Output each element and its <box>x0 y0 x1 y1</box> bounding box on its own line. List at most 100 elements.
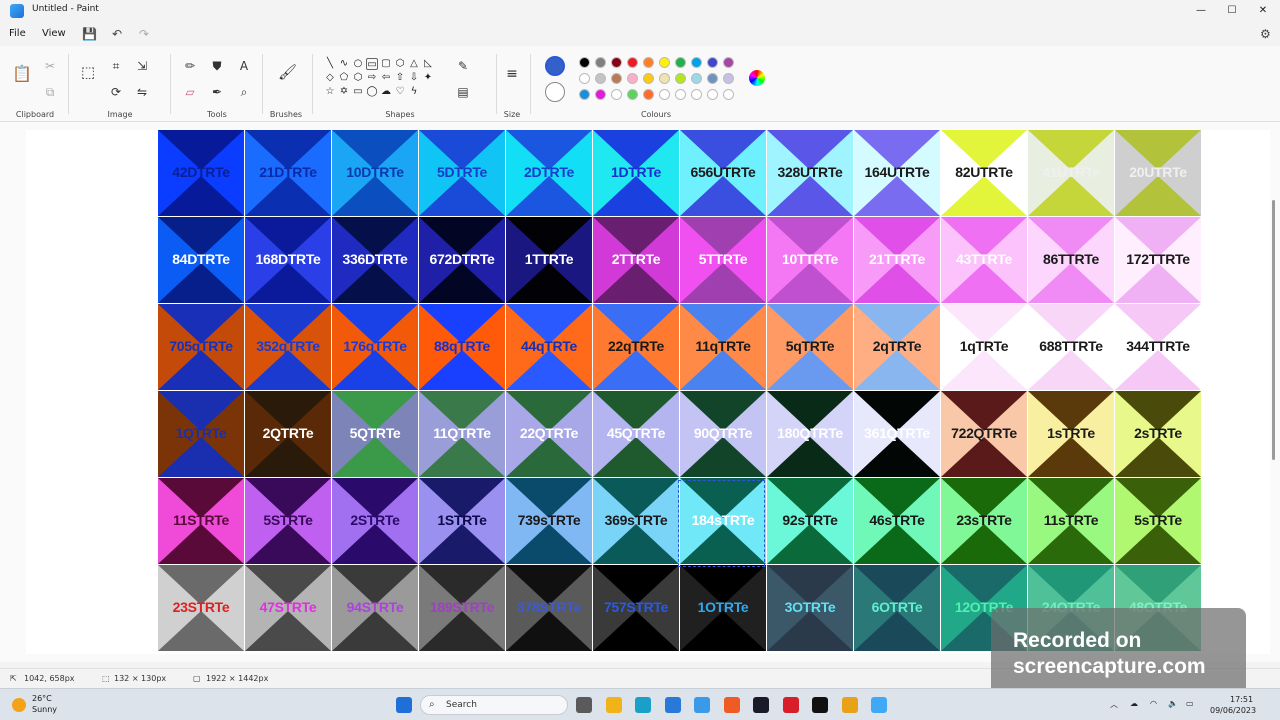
maximize-button[interactable]: ☐ <box>1217 2 1247 20</box>
star5-shape-icon[interactable]: ☆ <box>324 86 336 98</box>
size-icon[interactable]: ≡ <box>504 66 520 82</box>
weather-temperature[interactable]: 26°C <box>32 694 52 703</box>
cut-icon[interactable]: ✂ <box>42 58 58 74</box>
settings-icon[interactable]: ⚙ <box>1260 27 1271 41</box>
callout-rect-shape-icon[interactable]: ▭ <box>352 86 364 98</box>
scrollbar-thumb[interactable] <box>1272 200 1275 460</box>
pentagon-shape-icon[interactable]: ⬠ <box>338 72 350 84</box>
star4-shape-icon[interactable]: ✦ <box>422 72 434 84</box>
shape-fill-icon[interactable]: ▤ <box>455 84 471 100</box>
palette-swatch[interactable] <box>627 89 638 100</box>
select-icon[interactable]: ⬚ <box>80 64 96 80</box>
sun-icon[interactable] <box>12 698 26 712</box>
brave-icon[interactable] <box>723 697 740 713</box>
pencil-icon[interactable]: ✏ <box>182 58 198 74</box>
copy-icon[interactable]: ⧉ <box>42 84 58 100</box>
file-explorer-icon[interactable] <box>605 697 622 713</box>
palette-swatch[interactable] <box>579 57 590 68</box>
settings-icon[interactable] <box>694 697 710 713</box>
minimize-button[interactable]: — <box>1186 2 1216 20</box>
adobe-icon[interactable] <box>753 697 769 713</box>
vertical-scrollbar[interactable] <box>1270 130 1276 654</box>
store-icon[interactable] <box>664 697 681 713</box>
palette-swatch[interactable] <box>675 57 686 68</box>
arrow-down-shape-icon[interactable]: ⇩ <box>408 72 420 84</box>
chrome-icon[interactable] <box>841 697 858 713</box>
palette-swatch[interactable] <box>595 57 606 68</box>
resize-icon[interactable]: ⇲ <box>134 58 150 74</box>
save-icon[interactable]: 💾 <box>82 27 97 41</box>
tiktok-icon[interactable] <box>812 697 828 713</box>
palette-swatch[interactable] <box>723 73 734 84</box>
magnifier-icon[interactable]: ⌕ <box>236 84 252 100</box>
callout-cloud-shape-icon[interactable]: ☁ <box>380 86 392 98</box>
diamond-shape-icon[interactable]: ◇ <box>324 72 336 84</box>
oval-shape-icon[interactable]: ○ <box>352 58 364 70</box>
clock-date[interactable]: 09/06/2023 <box>1210 706 1256 715</box>
palette-swatch[interactable] <box>643 57 654 68</box>
palette-swatch[interactable] <box>707 73 718 84</box>
brush-icon[interactable]: 🖌 <box>278 64 297 80</box>
undo-icon[interactable]: ↶ <box>112 27 122 41</box>
palette-swatch[interactable] <box>659 57 670 68</box>
palette-swatch[interactable] <box>611 73 622 84</box>
paste-icon[interactable]: 📋 <box>12 66 32 82</box>
palette-swatch[interactable] <box>611 57 622 68</box>
text-icon[interactable]: A <box>236 58 252 74</box>
redo-icon[interactable]: ↷ <box>139 27 149 41</box>
palette-swatch[interactable] <box>611 89 622 100</box>
drawing-canvas[interactable]: 42DTRTe 21DTRTe 10DTRTe 5DTRTe 2DTRTe 1DTRTe 6… <box>26 130 1270 654</box>
palette-swatch[interactable] <box>595 89 606 100</box>
volume-icon[interactable]: 🔈 <box>1168 699 1178 708</box>
eraser-icon[interactable]: ▱ <box>182 84 198 100</box>
palette-swatch[interactable] <box>707 89 718 100</box>
palette-swatch[interactable] <box>707 57 718 68</box>
color-picker-icon[interactable]: ✒ <box>209 84 225 100</box>
flip-icon[interactable]: ⇋ <box>134 84 150 100</box>
menu-file[interactable]: File <box>9 28 26 39</box>
cloud-icon[interactable]: ☁ <box>1130 699 1138 708</box>
palette-swatch[interactable] <box>723 57 734 68</box>
palette-swatch[interactable] <box>595 73 606 84</box>
start-icon[interactable] <box>396 697 412 713</box>
rounded-rect-shape-icon[interactable]: ▢ <box>380 58 392 70</box>
curve-shape-icon[interactable]: ∿ <box>338 58 350 70</box>
lightning-shape-icon[interactable]: ϟ <box>408 86 420 98</box>
rect-shape-icon[interactable]: ▭ <box>366 58 378 70</box>
heart-shape-icon[interactable]: ♡ <box>394 86 406 98</box>
paint-taskbar-icon[interactable] <box>871 697 887 713</box>
edit-colors-icon[interactable] <box>749 70 765 86</box>
weather-condition[interactable]: Sunny <box>32 705 57 714</box>
polygon-shape-icon[interactable]: ⬡ <box>394 58 406 70</box>
rotate-icon[interactable]: ⟳ <box>108 84 124 100</box>
arrow-right-shape-icon[interactable]: ⇨ <box>366 72 378 84</box>
wifi-icon[interactable]: ◠ <box>1150 699 1157 708</box>
task-view-icon[interactable] <box>576 697 592 713</box>
palette-swatch[interactable] <box>691 89 702 100</box>
palette-swatch[interactable] <box>675 89 686 100</box>
hexagon-shape-icon[interactable]: ⬡ <box>352 72 364 84</box>
crop-icon[interactable]: ⌗ <box>108 58 124 74</box>
palette-swatch[interactable] <box>643 73 654 84</box>
callout-oval-shape-icon[interactable]: ◯ <box>366 86 378 98</box>
triangle-shape-icon[interactable]: △ <box>408 58 420 70</box>
arrow-left-shape-icon[interactable]: ⇦ <box>380 72 392 84</box>
arrow-up-shape-icon[interactable]: ⇧ <box>394 72 406 84</box>
outline-icon[interactable]: ✎ <box>455 58 471 74</box>
right-triangle-shape-icon[interactable]: ◺ <box>422 58 434 70</box>
battery-icon[interactable]: ▭ <box>1186 699 1194 708</box>
palette-swatch[interactable] <box>659 73 670 84</box>
palette-swatch[interactable] <box>723 89 734 100</box>
palette-swatch[interactable] <box>691 57 702 68</box>
palette-swatch[interactable] <box>643 89 654 100</box>
palette-swatch[interactable] <box>627 73 638 84</box>
primary-color-swatch[interactable] <box>545 56 565 76</box>
palette-swatch[interactable] <box>627 57 638 68</box>
clock-time[interactable]: 17:51 <box>1230 695 1253 704</box>
selection-rectangle[interactable] <box>678 480 765 567</box>
palette-swatch[interactable] <box>579 73 590 84</box>
chevron-up-icon[interactable]: ︿ <box>1110 699 1118 710</box>
palette-swatch[interactable] <box>691 73 702 84</box>
line-shape-icon[interactable]: ╲ <box>324 58 336 70</box>
fill-icon[interactable]: ⛊ <box>209 58 225 74</box>
